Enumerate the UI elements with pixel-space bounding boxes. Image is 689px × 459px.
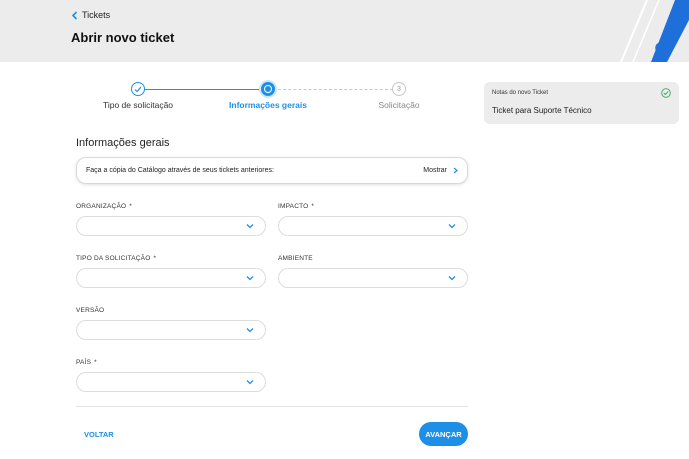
step-1-node[interactable] — [131, 82, 145, 96]
page-header: Tickets Abrir novo ticket — [0, 0, 689, 62]
voltar-button[interactable]: VOLTAR — [84, 430, 114, 439]
ambiente-label-text: AMBIENTE — [278, 255, 313, 262]
ticket-notes-card: Notas do novo Ticket Ticket para Suporte… — [484, 82, 679, 124]
versao-label: VERSÃO — [76, 307, 104, 314]
required-mark: * — [311, 203, 315, 210]
chevron-down-icon — [448, 224, 456, 229]
versao-select[interactable] — [76, 320, 266, 340]
check-icon — [134, 86, 142, 92]
active-step-dot-icon — [264, 85, 272, 93]
catalog-copy-bar[interactable]: Faça a cópia do Catálogo através de seus… — [76, 157, 468, 184]
step-3-node: 3 — [392, 82, 406, 96]
versao-label-text: VERSÃO — [76, 307, 105, 314]
catalog-show-button[interactable]: Mostrar — [423, 167, 458, 174]
avancar-button[interactable]: AVANÇAR — [419, 422, 468, 446]
organizacao-label-text: ORGANIZAÇÃO — [76, 203, 127, 210]
tipo-solicitacao-label-text: TIPO DA SOLICITAÇÃO — [76, 255, 151, 262]
pais-label-text: PAÍS — [76, 359, 92, 366]
tipo-solicitacao-label: TIPO DA SOLICITAÇÃO * — [76, 255, 156, 262]
organizacao-select[interactable] — [76, 216, 266, 236]
back-to-tickets-link[interactable]: Tickets — [71, 10, 110, 20]
required-mark: * — [153, 255, 157, 262]
chevron-down-icon — [246, 328, 254, 333]
chevron-down-icon — [448, 276, 456, 281]
chevron-down-icon — [246, 380, 254, 385]
step-3-label: Solicitação — [378, 100, 420, 110]
impacto-select[interactable] — [278, 216, 468, 236]
impacto-label: IMPACTO * — [278, 203, 314, 210]
required-mark: * — [94, 359, 97, 366]
step-1-label: Tipo de solicitação — [102, 100, 174, 110]
catalog-copy-text: Faça a cópia do Catálogo através de seus… — [86, 167, 274, 174]
chevron-down-icon — [246, 276, 254, 281]
back-link-label: Tickets — [82, 10, 111, 20]
ambiente-label: AMBIENTE — [278, 255, 313, 262]
progress-stepper: Tipo de solicitação Informações gerais 3… — [80, 82, 450, 112]
catalog-show-label: Mostrar — [423, 167, 447, 174]
ambiente-select[interactable] — [278, 268, 468, 288]
chevron-down-icon — [246, 224, 254, 229]
chevron-right-icon — [453, 167, 458, 174]
notes-card-title: Notas do novo Ticket — [492, 90, 549, 96]
required-mark: * — [129, 203, 132, 210]
form-divider — [76, 406, 468, 407]
stepper-line-pending — [273, 89, 393, 90]
pais-label: PAÍS * — [76, 359, 97, 366]
impacto-label-text: IMPACTO — [278, 203, 309, 210]
notes-card-value: Ticket para Suporte Técnico — [492, 106, 592, 115]
tipo-solicitacao-select[interactable] — [76, 268, 266, 288]
stepper-line-complete — [144, 89, 263, 90]
check-circle-icon — [661, 88, 671, 98]
pais-select[interactable] — [76, 372, 266, 392]
step-2-label: Informações gerais — [229, 100, 307, 110]
page-title: Abrir novo ticket — [71, 30, 175, 45]
organizacao-label: ORGANIZAÇÃO * — [76, 203, 132, 210]
section-title: Informações gerais — [76, 137, 170, 149]
step-2-node — [261, 82, 275, 96]
chevron-left-icon — [71, 10, 78, 20]
header-decoration — [620, 0, 689, 62]
